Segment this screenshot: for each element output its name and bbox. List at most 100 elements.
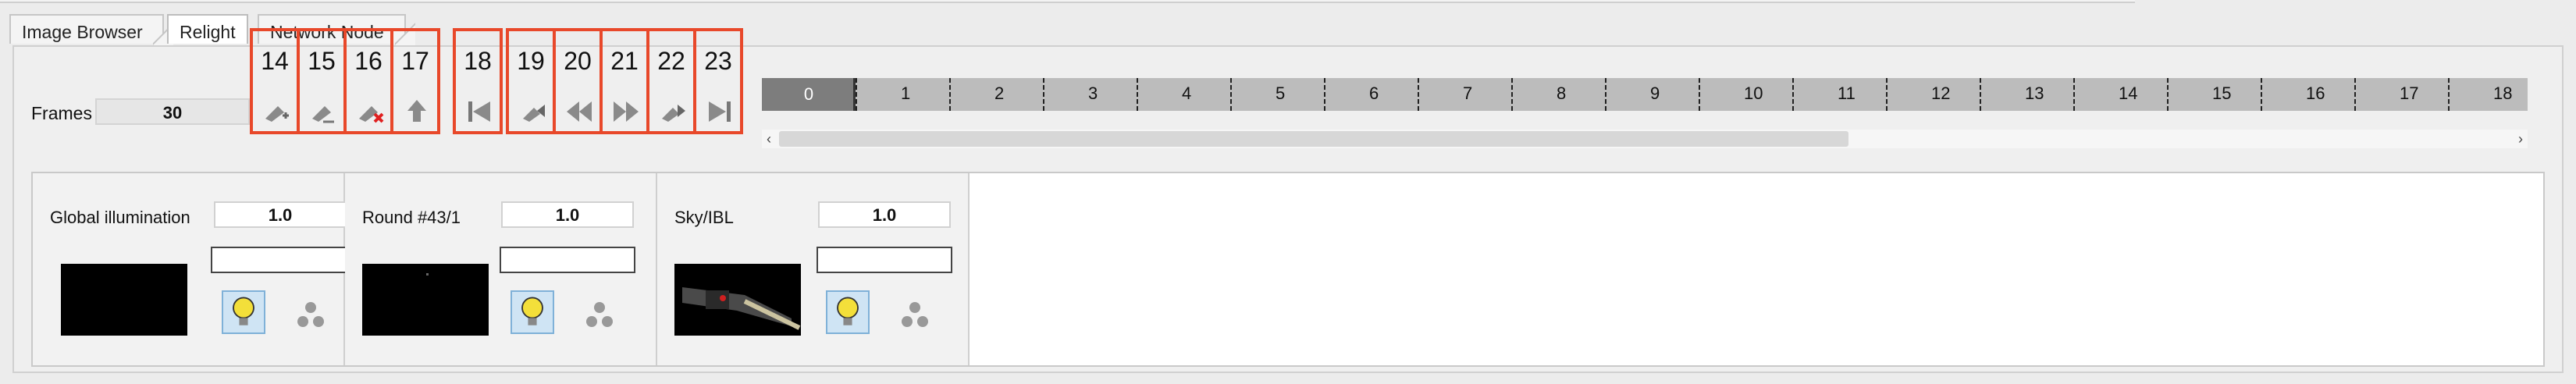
button-number: 19: [517, 47, 545, 75]
timeline-tick-label: 3: [1088, 84, 1098, 103]
timeline-tick: [1792, 78, 1794, 111]
timeline-tick: [1511, 78, 1513, 111]
timeline-tick-label: 4: [1182, 84, 1192, 103]
timeline-tick: [1980, 78, 1981, 111]
fast-forward-icon: [614, 101, 639, 122]
timeline-scrollbar[interactable]: ‹ ›: [762, 130, 2528, 148]
timeline-tick-label: 13: [2025, 84, 2044, 103]
first-frame-icon: [468, 101, 490, 122]
light-group-icon[interactable]: [898, 298, 932, 332]
tab-image-browser[interactable]: Image Browser: [9, 14, 173, 45]
light-toggle-button[interactable]: [826, 290, 870, 334]
timeline-tick: [1324, 78, 1325, 111]
button-number: 22: [657, 47, 685, 75]
button-number: 20: [564, 47, 592, 75]
light-preview-thumbnail: [61, 264, 187, 336]
light-preview-thumbnail: [674, 264, 801, 336]
timeline-tick-label: 8: [1557, 84, 1567, 103]
timeline-tick-label: 5: [1276, 84, 1286, 103]
scroll-right-icon[interactable]: ›: [2518, 130, 2523, 148]
light-preview-thumbnail: [362, 264, 489, 336]
up-arrow-icon: [407, 100, 426, 122]
button-number: 23: [704, 47, 732, 75]
timeline-ruler[interactable]: 0 1 2 3 4 5 6 7 8 9 10 11 12 13 14 15 16 17 18: [762, 78, 2528, 111]
last-frame-icon: [709, 101, 731, 122]
button-number: 17: [401, 47, 429, 75]
key-add-button[interactable]: 14: [250, 28, 300, 134]
key-button[interactable]: 15: [297, 28, 347, 134]
light-panel-round-43-1: Round #43/1 1.0: [345, 173, 657, 365]
light-intensity-input[interactable]: 1.0: [818, 201, 951, 228]
light-color-bar[interactable]: [500, 247, 635, 273]
frames-label: Frames: [31, 103, 92, 123]
timeline-tick-label: 7: [1463, 84, 1473, 103]
key-add-icon: [265, 106, 289, 122]
light-toggle-button[interactable]: [222, 290, 265, 334]
timeline-tick: [2448, 78, 2450, 111]
light-name: Round #43/1: [362, 208, 461, 227]
timeline-tick-label: 15: [2212, 84, 2232, 103]
light-panel-sky-ibl: Sky/IBL 1.0: [657, 173, 970, 365]
timeline-tick: [2261, 78, 2262, 111]
timeline-tick: [856, 78, 857, 111]
light-panel-global-illumination: Global illumination 1.0: [33, 173, 347, 365]
key-remove-icon: [359, 106, 384, 123]
button-number: 21: [610, 47, 639, 75]
timeline-tick-label: 6: [1369, 84, 1379, 103]
light-intensity-input[interactable]: 1.0: [501, 201, 634, 228]
timeline-tick: [949, 78, 951, 111]
next-key-icon: [662, 105, 685, 122]
scrollbar-thumb[interactable]: [779, 131, 1848, 147]
light-group-icon[interactable]: [582, 298, 617, 332]
frames-input[interactable]: 30: [95, 98, 250, 125]
light-toggle-button[interactable]: [511, 290, 554, 334]
timeline-tick: [2167, 78, 2169, 111]
timeline-tick: [1886, 78, 1888, 111]
lightbulb-icon: [837, 297, 859, 325]
lightbulb-icon: [521, 297, 543, 325]
fast-forward-button[interactable]: 21: [600, 28, 649, 134]
timeline-tick: [1605, 78, 1606, 111]
timeline-tick-label: 16: [2306, 84, 2325, 103]
light-group-icon[interactable]: [294, 298, 328, 332]
next-key-button[interactable]: 22: [646, 28, 696, 134]
tab-label: Relight: [180, 22, 236, 42]
light-color-bar[interactable]: [817, 247, 952, 273]
timeline-tick-label: 17: [2400, 84, 2419, 103]
timeline-tick-label: 14: [2119, 84, 2138, 103]
top-window-edge: [0, 0, 2135, 3]
previous-key-icon: [523, 105, 545, 122]
timeline-tick-label: 9: [1650, 84, 1660, 103]
tab-relight[interactable]: Relight: [167, 14, 248, 44]
last-frame-button[interactable]: 23: [693, 28, 743, 134]
first-frame-button[interactable]: 18: [453, 28, 503, 134]
timeline-tick-label: 11: [1838, 84, 1856, 103]
timeline-tick: [2073, 78, 2075, 111]
timeline-tick: [2354, 78, 2356, 111]
button-number: 18: [464, 47, 492, 75]
timeline-tick-label: 1: [901, 84, 911, 103]
button-number: 16: [354, 47, 382, 75]
timeline-tick-label: 18: [2493, 84, 2513, 103]
current-frame-label: 0: [803, 84, 814, 104]
lights-area: Global illumination 1.0 Round #43/1 1.0: [31, 172, 2545, 367]
timeline-tick: [1418, 78, 1419, 111]
previous-key-button[interactable]: 19: [506, 28, 556, 134]
timeline-tick: [1043, 78, 1044, 111]
timeline-tick-label: 2: [994, 84, 1005, 103]
scroll-left-icon[interactable]: ‹: [767, 130, 771, 148]
timeline-tick: [1699, 78, 1700, 111]
timeline-tick: [1230, 78, 1232, 111]
timeline-tick-label: 12: [1931, 84, 1951, 103]
light-color-bar[interactable]: [211, 247, 347, 273]
button-number: 14: [261, 47, 289, 75]
key-remove-button[interactable]: 16: [343, 28, 393, 134]
light-intensity-input[interactable]: 1.0: [214, 201, 347, 228]
key-icon: [312, 106, 334, 123]
light-name: Sky/IBL: [674, 208, 734, 227]
tab-label: Image Browser: [22, 22, 143, 42]
timeline-tick: [1137, 78, 1138, 111]
rewind-button[interactable]: 20: [553, 28, 603, 134]
move-up-button[interactable]: 17: [390, 28, 440, 134]
lightbulb-icon: [233, 297, 254, 325]
